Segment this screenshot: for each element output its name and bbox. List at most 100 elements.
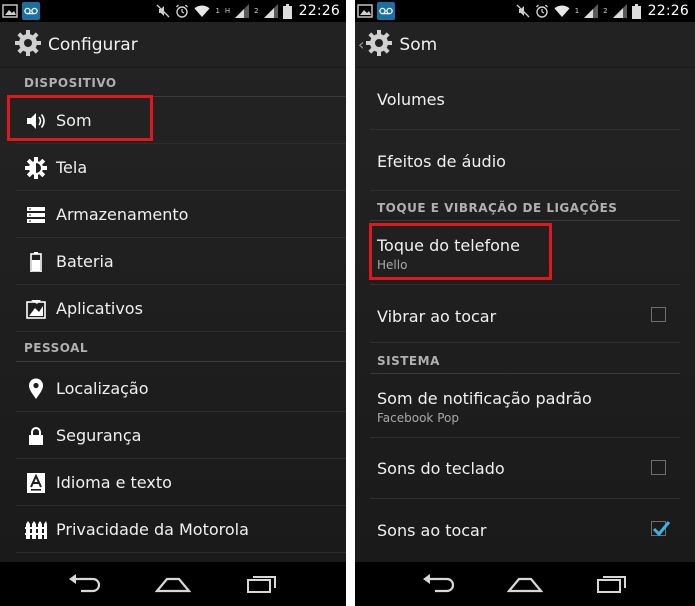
storage-icon xyxy=(24,203,48,227)
checkmark-icon xyxy=(652,521,671,537)
sound-settings-list: Volumes Efeitos de áudio TOQUE E VIBRAÇÃ… xyxy=(355,68,695,562)
pref-summary: Hello xyxy=(377,258,408,272)
location-pin-icon xyxy=(24,377,48,401)
battery-status-icon xyxy=(631,3,641,19)
back-button[interactable] xyxy=(64,569,104,599)
settings-item-label: Armazenamento xyxy=(56,205,189,224)
voicemail-icon xyxy=(22,2,40,20)
section-header-system: SISTEMA xyxy=(370,347,680,374)
signal-sim1-icon xyxy=(235,4,250,18)
settings-gear-icon[interactable] xyxy=(14,29,42,61)
settings-gear-icon[interactable] xyxy=(365,29,393,61)
pref-title: Sons do teclado xyxy=(377,459,505,478)
mute-icon xyxy=(156,4,170,18)
battery-icon xyxy=(24,250,48,274)
action-bar: ‹ Som xyxy=(355,22,695,68)
settings-item-aplicativos[interactable]: Aplicativos xyxy=(16,286,346,332)
notification-icons xyxy=(357,2,395,20)
left-phone-screen: 1 H 2 22:26 Configurar DISPOSITIVO Som T… xyxy=(0,0,346,606)
pref-volumes[interactable]: Volumes xyxy=(370,68,680,130)
section-header-pessoal: PESSOAL xyxy=(16,333,346,362)
settings-item-armazenamento[interactable]: Armazenamento xyxy=(16,192,346,238)
network-type-label: H xyxy=(224,6,231,15)
settings-item-label: Tela xyxy=(56,158,88,177)
voicemail-icon xyxy=(377,2,395,20)
pref-title: Sons ao tocar xyxy=(377,521,487,540)
section-header-dispositivo: DISPOSITIVO xyxy=(16,68,346,97)
pref-touch-sounds[interactable]: Sons ao tocar xyxy=(370,499,680,561)
back-button[interactable] xyxy=(418,569,458,599)
keyboard-sounds-checkbox[interactable] xyxy=(651,460,666,475)
privacy-fence-icon xyxy=(24,518,48,542)
settings-item-label: Idioma e texto xyxy=(56,473,172,492)
pref-title: Volumes xyxy=(377,90,445,109)
settings-item-label: Bateria xyxy=(56,252,114,271)
image-notification-icon xyxy=(2,3,18,19)
system-status-icons: 1 H 2 22:26 xyxy=(156,3,340,19)
brightness-icon xyxy=(24,156,48,180)
sim1-label: 1 xyxy=(215,6,220,15)
pref-audio-effects[interactable]: Efeitos de áudio xyxy=(370,130,680,191)
section-label: TOQUE E VIBRAÇÃO DE LIGAÇÕES xyxy=(377,201,618,215)
alarm-clock-icon xyxy=(175,4,189,18)
pref-keyboard-sounds[interactable]: Sons do teclado xyxy=(370,438,680,499)
wifi-icon xyxy=(194,4,210,18)
settings-item-label: Som xyxy=(56,111,92,130)
system-status-icons: 1 2 22:26 xyxy=(516,3,689,19)
settings-item-privacidade[interactable]: Privacidade da Motorola xyxy=(16,507,346,553)
settings-item-label: Localização xyxy=(56,379,149,398)
settings-item-localizacao[interactable]: Localização xyxy=(16,366,346,412)
settings-item-label: Privacidade da Motorola xyxy=(56,520,249,539)
pref-title: Toque do telefone xyxy=(377,236,520,255)
clock-time: 22:26 xyxy=(298,3,340,19)
home-button[interactable] xyxy=(153,569,193,599)
signal-sim1-icon xyxy=(584,4,599,18)
settings-item-tela[interactable]: Tela xyxy=(16,145,346,191)
section-label: SISTEMA xyxy=(377,354,440,368)
pref-ringtone[interactable]: Toque do telefone Hello xyxy=(370,222,680,285)
right-phone-screen: 1 2 22:26 ‹ Som Volumes Efeitos de áudio… xyxy=(355,0,695,606)
pref-vibrate-on-ring[interactable]: Vibrar ao tocar xyxy=(370,285,680,343)
sim1-label: 1 xyxy=(574,6,580,15)
section-header-call-ring: TOQUE E VIBRAÇÃO DE LIGAÇÕES xyxy=(370,194,680,221)
pref-title: Vibrar ao tocar xyxy=(377,307,497,326)
alarm-clock-icon xyxy=(535,4,549,18)
wifi-icon xyxy=(554,4,570,18)
up-navigation-icon[interactable]: ‹ xyxy=(358,36,364,53)
action-bar: Configurar xyxy=(0,22,346,68)
notification-icons xyxy=(2,2,40,20)
status-bar: 1 2 22:26 xyxy=(355,0,695,22)
speaker-icon xyxy=(24,109,48,133)
lock-icon xyxy=(24,424,48,448)
pref-title: Som de notificação padrão xyxy=(377,389,592,408)
apps-icon xyxy=(24,297,48,321)
navigation-bar xyxy=(355,562,695,606)
signal-sim2-icon xyxy=(263,4,278,18)
vibrate-checkbox[interactable] xyxy=(651,307,666,322)
settings-item-som[interactable]: Som xyxy=(16,98,346,144)
settings-item-label: Segurança xyxy=(56,426,142,445)
section-label: DISPOSITIVO xyxy=(24,76,117,90)
status-bar: 1 H 2 22:26 xyxy=(0,0,346,22)
page-title: Configurar xyxy=(48,34,138,55)
section-label: PESSOAL xyxy=(24,341,89,355)
sim2-label: 2 xyxy=(603,6,608,15)
page-title: Som xyxy=(399,34,438,55)
pref-summary: Facebook Pop xyxy=(377,411,459,425)
signal-sim2-icon xyxy=(612,4,627,18)
clock-time: 22:26 xyxy=(647,3,689,19)
recent-apps-button[interactable] xyxy=(592,569,632,599)
touch-sounds-checkbox[interactable] xyxy=(651,521,671,537)
pref-default-notification[interactable]: Som de notificação padrão Facebook Pop xyxy=(370,375,680,438)
settings-item-bateria[interactable]: Bateria xyxy=(16,239,346,285)
home-button[interactable] xyxy=(505,569,545,599)
battery-status-icon xyxy=(282,3,292,19)
sim2-label: 2 xyxy=(254,6,259,15)
language-icon xyxy=(24,471,48,495)
settings-item-seguranca[interactable]: Segurança xyxy=(16,413,346,459)
settings-list: DISPOSITIVO Som Tela Armazenamento Bater… xyxy=(0,68,346,562)
navigation-bar xyxy=(0,562,346,606)
pref-title: Efeitos de áudio xyxy=(377,152,506,171)
settings-item-idioma[interactable]: Idioma e texto xyxy=(16,460,346,506)
recent-apps-button[interactable] xyxy=(242,569,282,599)
